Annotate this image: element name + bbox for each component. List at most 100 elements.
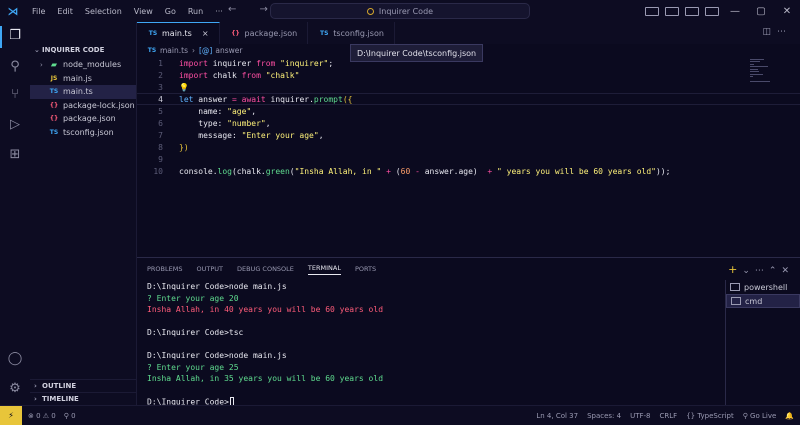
explorer-root-header[interactable]: ⌄ INQUIRER CODE [30, 42, 136, 58]
problems-count[interactable]: ⊗ 0 ⚠ 0 [28, 412, 56, 420]
tab-terminal[interactable]: TERMINAL [307, 264, 341, 275]
code-line: 2 import chalk from "chalk" [158, 70, 300, 80]
terminal-line: D:\Inquirer Code>tsc [147, 328, 244, 337]
more-actions-icon[interactable]: ⋯ [755, 266, 769, 276]
bottom-panel: PROBLEMS OUTPUT DEBUG CONSOLE TERMINAL P… [137, 257, 800, 407]
tree-item-package-json[interactable]: {} package.json [30, 112, 136, 126]
run-debug-icon[interactable]: ▷ [7, 116, 23, 132]
terminal-line: D:\Inquirer Code>node main.js [147, 351, 287, 360]
maximize-button[interactable]: ▢ [748, 0, 774, 22]
chevron-down-icon: ⌄ [34, 46, 40, 54]
menu-run[interactable]: Run [182, 7, 209, 16]
maximize-panel-icon[interactable]: ⌃ [769, 266, 782, 276]
ts-config-icon: TS [320, 29, 329, 37]
close-tab-icon[interactable]: × [202, 29, 209, 38]
ports-count[interactable]: ⚲ 0 [64, 412, 76, 420]
chevron-right-icon: › [40, 60, 43, 69]
terminal-icon [730, 283, 740, 291]
cursor-position[interactable]: Ln 4, Col 37 [536, 412, 578, 420]
remote-indicator-icon[interactable]: ⚡ [0, 405, 22, 425]
terminal-line: D:\Inquirer Code>node main.js [147, 282, 287, 291]
tab-main-ts[interactable]: TS main.ts × [137, 22, 220, 44]
sidebar-bottom-sections: › OUTLINE › TIMELINE [30, 379, 136, 405]
code-line: 6 type: "number", [158, 118, 271, 128]
lightbulb-icon[interactable]: 💡 [179, 83, 189, 92]
json-file-icon: {} [231, 29, 240, 37]
ts-file-icon: TS [49, 88, 59, 96]
menu-edit[interactable]: Edit [51, 7, 79, 16]
tab-output[interactable]: OUTPUT [196, 265, 223, 273]
end-of-line[interactable]: CRLF [660, 412, 678, 420]
toggle-secondary-sidebar-icon[interactable] [685, 6, 699, 16]
go-live-button[interactable]: ⚲ Go Live [743, 412, 777, 420]
more-actions-icon[interactable]: ⋯ [777, 27, 792, 37]
menu-file[interactable]: File [26, 7, 51, 16]
terminal-item-powershell[interactable]: powershell [726, 280, 800, 294]
tab-ports[interactable]: PORTS [355, 265, 376, 273]
vscode-logo-icon: ⋊ [7, 4, 19, 18]
tree-item-package-lock[interactable]: {} package-lock.json [30, 99, 136, 113]
terminal-line: ? Enter your age 20 [147, 293, 239, 303]
terminal-output[interactable]: D:\Inquirer Code>node main.js ? Enter yo… [147, 282, 722, 409]
tab-package-json[interactable]: {} package.json [220, 22, 309, 44]
explorer-icon[interactable]: ❐ [7, 27, 23, 43]
menu-selection[interactable]: Selection [79, 7, 128, 16]
panel-tabs: PROBLEMS OUTPUT DEBUG CONSOLE TERMINAL P… [137, 258, 800, 280]
minimize-button[interactable]: — [722, 0, 748, 22]
breadcrumb-symbol[interactable]: answer [215, 46, 242, 55]
notifications-bell-icon[interactable]: 🔔 [785, 412, 794, 420]
indentation[interactable]: Spaces: 4 [587, 412, 621, 420]
terminal-line: Insha Allah, in 40 years you will be 60 … [147, 305, 384, 314]
tree-item-node-modules[interactable]: › ▰ node_modules [30, 58, 136, 72]
tree-item-main-ts[interactable]: TS main.ts [30, 85, 136, 99]
variable-symbol-icon: [@] [198, 46, 213, 55]
active-indicator [0, 26, 2, 48]
command-center-search[interactable]: Inquirer Code [270, 3, 530, 19]
tab-debug-console[interactable]: DEBUG CONSOLE [237, 265, 294, 273]
close-button[interactable]: ✕ [774, 0, 800, 22]
code-editor[interactable]: 1 import inquirer from "inquirer"; 2 imp… [137, 57, 800, 257]
settings-gear-icon[interactable]: ⚙ [7, 380, 23, 396]
tree-item-main-js[interactable]: JS main.js [30, 72, 136, 86]
terminal-icon [731, 297, 741, 305]
status-bar: ⚡ ⊗ 0 ⚠ 0 ⚲ 0 Ln 4, Col 37 Spaces: 4 UTF… [0, 405, 800, 425]
close-panel-icon[interactable]: ✕ [781, 266, 794, 276]
editor-tabs: TS main.ts × {} package.json TS tsconfig… [137, 22, 800, 44]
customize-layout-icon[interactable] [705, 6, 719, 16]
ts-file-icon: TS [147, 47, 157, 54]
toggle-panel-icon[interactable] [665, 6, 679, 16]
search-view-icon[interactable]: ⚲ [7, 58, 23, 74]
code-line: 5 name: "age", [158, 106, 257, 116]
encoding[interactable]: UTF-8 [630, 412, 650, 420]
tab-problems[interactable]: PROBLEMS [147, 265, 182, 273]
outline-section[interactable]: › OUTLINE [30, 379, 136, 392]
terminal-line: ? Enter your age 25 [147, 362, 239, 372]
minimap[interactable] [750, 57, 770, 87]
chevron-right-icon: › [34, 395, 37, 403]
new-terminal-icon[interactable]: + [728, 263, 742, 276]
language-mode[interactable]: {} TypeScript [686, 412, 734, 420]
tree-item-tsconfig[interactable]: TS tsconfig.json [30, 126, 136, 140]
search-text: Inquirer Code [378, 6, 434, 16]
menu-more[interactable]: ··· [209, 7, 229, 16]
source-control-icon[interactable]: ⑂ [7, 86, 23, 102]
activity-bar: ❐ ⚲ ⑂ ▷ ⊞ ◯ ⚙ [0, 22, 30, 405]
menu-go[interactable]: Go [159, 7, 182, 16]
extensions-icon[interactable]: ⊞ [7, 146, 23, 162]
menu-view[interactable]: View [128, 7, 159, 16]
terminal-line: Insha Allah, in 35 years you will be 60 … [147, 374, 384, 383]
tab-tooltip: D:\Inquirer Code\tsconfig.json [350, 44, 484, 62]
search-icon [366, 7, 374, 15]
tab-tsconfig[interactable]: TS tsconfig.json [308, 22, 395, 44]
terminal-list: powershell cmd [725, 280, 800, 406]
terminal-item-cmd[interactable]: cmd [726, 294, 800, 308]
code-line: 8 }) [158, 142, 189, 152]
timeline-section[interactable]: › TIMELINE [30, 392, 136, 405]
chevron-down-icon[interactable]: ⌄ [742, 266, 755, 276]
breadcrumb-file[interactable]: main.ts [160, 46, 188, 55]
account-icon[interactable]: ◯ [7, 350, 23, 366]
toggle-sidebar-icon[interactable] [645, 6, 659, 16]
split-editor-icon[interactable]: ◫ [762, 27, 777, 37]
code-line: 7 message: "Enter your age", [158, 130, 324, 140]
